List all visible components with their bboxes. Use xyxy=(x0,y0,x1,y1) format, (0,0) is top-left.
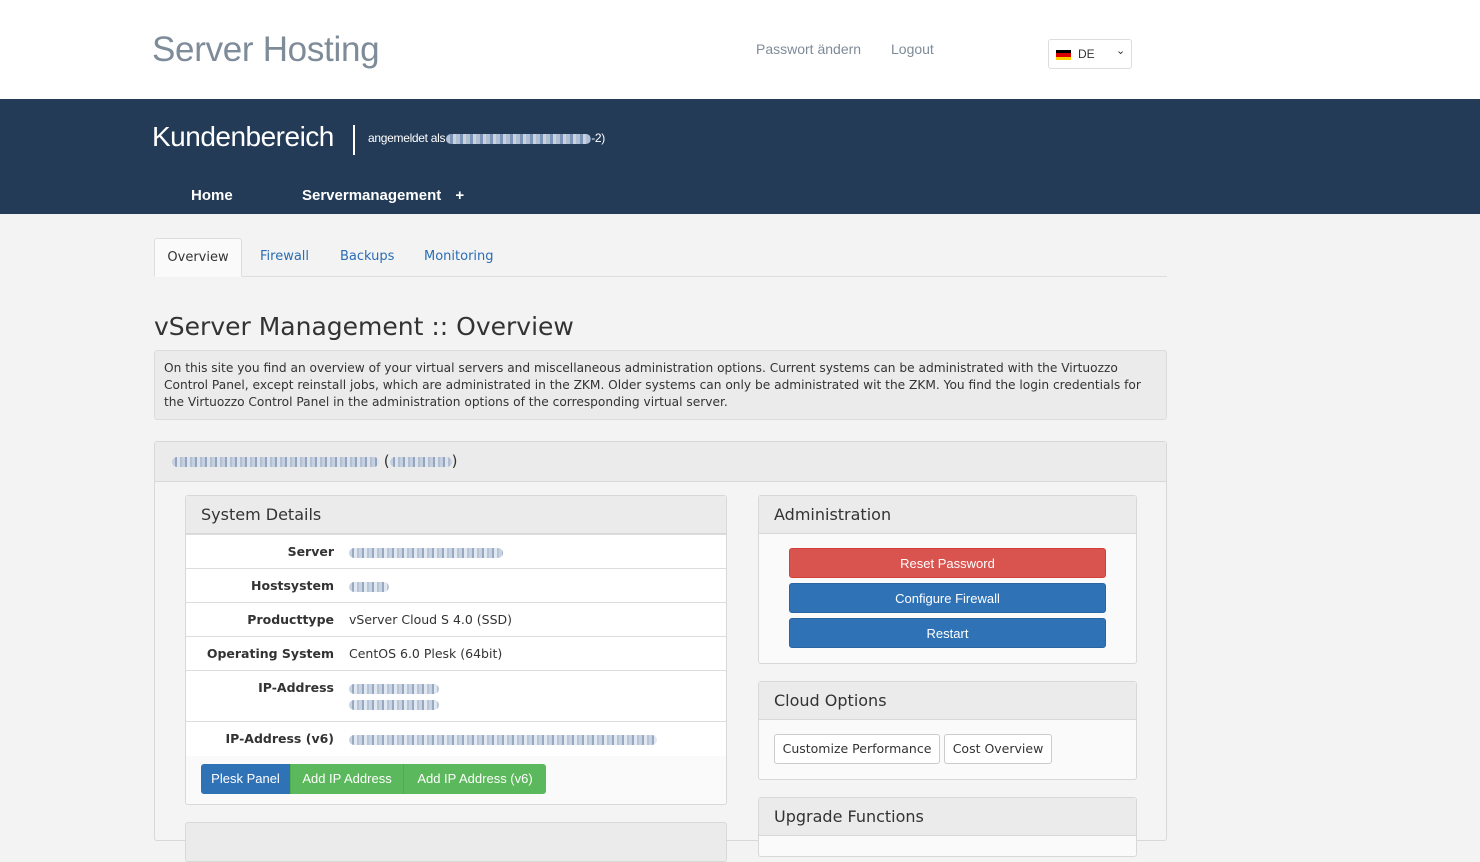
cloud-options-title: Cloud Options xyxy=(759,682,1136,720)
table-row: IP-Address (v6) xyxy=(186,721,726,756)
brand-title[interactable]: Server Hosting xyxy=(152,30,380,70)
detail-value-server xyxy=(349,534,726,569)
detail-label: Hostsystem xyxy=(186,568,349,603)
detail-value-hostsystem xyxy=(349,568,726,603)
server-panel-header: () xyxy=(155,442,1166,482)
redacted-value xyxy=(349,699,439,710)
next-details-panel xyxy=(185,822,727,862)
page-title: vServer Management :: Overview xyxy=(154,312,574,341)
redacted-username xyxy=(446,133,592,144)
detail-value-producttype: vServer Cloud S 4.0 (SSD) xyxy=(349,602,726,637)
nav-servermanagement[interactable]: Servermanagement + xyxy=(302,187,464,204)
section-tabs: Overview Firewall Backups Monitoring xyxy=(154,238,1167,277)
redacted-value xyxy=(349,581,389,592)
logout-link[interactable]: Logout xyxy=(891,41,934,57)
redacted-server-name xyxy=(172,456,379,467)
upgrade-functions-panel: Upgrade Functions xyxy=(758,797,1137,857)
chevron-down-icon: ⌄ xyxy=(1116,44,1126,57)
cost-overview-button[interactable]: Cost Overview xyxy=(944,734,1052,764)
restart-button[interactable]: Restart xyxy=(789,618,1106,648)
redacted-server-tag xyxy=(389,456,452,467)
info-text: On this site you find an overview of you… xyxy=(154,350,1167,420)
add-ipv6-button[interactable]: Add IP Address (v6) xyxy=(403,764,546,794)
detail-value-os: CentOS 6.0 Plesk (64bit) xyxy=(349,636,726,671)
redacted-value xyxy=(349,547,503,558)
system-details-table: Server Hostsystem Producttype vServer Cl… xyxy=(186,534,726,756)
logged-in-suffix: -2) xyxy=(591,131,605,145)
area-title: Kundenbereich xyxy=(152,121,334,152)
table-row: Server xyxy=(186,534,726,569)
account-banner: Kundenbereich angemeldet als -2) Home Ser… xyxy=(0,99,1480,214)
table-row: IP-Address xyxy=(186,670,726,722)
nav-home[interactable]: Home xyxy=(191,187,233,204)
table-row: Operating System CentOS 6.0 Plesk (64bit… xyxy=(186,636,726,671)
nav-servermanagement-label: Servermanagement xyxy=(302,187,442,204)
add-ip-button[interactable]: Add IP Address xyxy=(290,764,403,794)
table-row: Producttype vServer Cloud S 4.0 (SSD) xyxy=(186,602,726,637)
server-paren-open: ( xyxy=(383,452,390,470)
title-divider xyxy=(353,125,355,155)
table-row: Hostsystem xyxy=(186,568,726,603)
redacted-value xyxy=(349,734,657,745)
top-header: Server Hosting Passwort ändern Logout DE… xyxy=(0,0,1480,99)
detail-value-ipv6 xyxy=(349,721,726,756)
tab-backups[interactable]: Backups xyxy=(340,238,394,277)
tab-firewall[interactable]: Firewall xyxy=(260,238,309,277)
logged-in-prefix: angemeldet als xyxy=(368,131,446,145)
server-panel: () System Details Server Hostsystem Prod… xyxy=(154,441,1167,862)
tab-monitoring[interactable]: Monitoring xyxy=(424,238,494,277)
system-details-panel: System Details Server Hostsystem Product… xyxy=(185,495,727,805)
configure-firewall-button[interactable]: Configure Firewall xyxy=(789,583,1106,613)
customize-performance-button[interactable]: Customize Performance xyxy=(774,734,940,764)
upgrade-functions-title: Upgrade Functions xyxy=(759,798,1136,836)
detail-label: Operating System xyxy=(186,636,349,671)
tab-overview[interactable]: Overview xyxy=(154,238,242,277)
system-details-title: System Details xyxy=(186,496,726,534)
detail-label: Producttype xyxy=(186,602,349,637)
cloud-options-panel: Cloud Options Customize Performance Cost… xyxy=(758,681,1137,780)
language-select[interactable]: DE ⌄ xyxy=(1048,39,1132,69)
redacted-value xyxy=(349,683,439,694)
plesk-panel-button[interactable]: Plesk Panel xyxy=(201,764,290,794)
change-password-link[interactable]: Passwort ändern xyxy=(756,41,861,57)
plus-icon: + xyxy=(455,187,465,204)
detail-label: IP-Address (v6) xyxy=(186,721,349,756)
server-paren-close: ) xyxy=(451,452,458,470)
reset-password-button[interactable]: Reset Password xyxy=(789,548,1106,578)
german-flag-icon xyxy=(1056,50,1071,60)
detail-value-ip xyxy=(349,670,726,722)
language-code: DE xyxy=(1078,47,1095,61)
administration-panel: Administration Reset Password Configure … xyxy=(758,495,1137,664)
logged-in-info: angemeldet als -2) xyxy=(368,131,605,145)
detail-label: Server xyxy=(186,534,349,569)
administration-title: Administration xyxy=(759,496,1136,534)
detail-label: IP-Address xyxy=(186,670,349,722)
